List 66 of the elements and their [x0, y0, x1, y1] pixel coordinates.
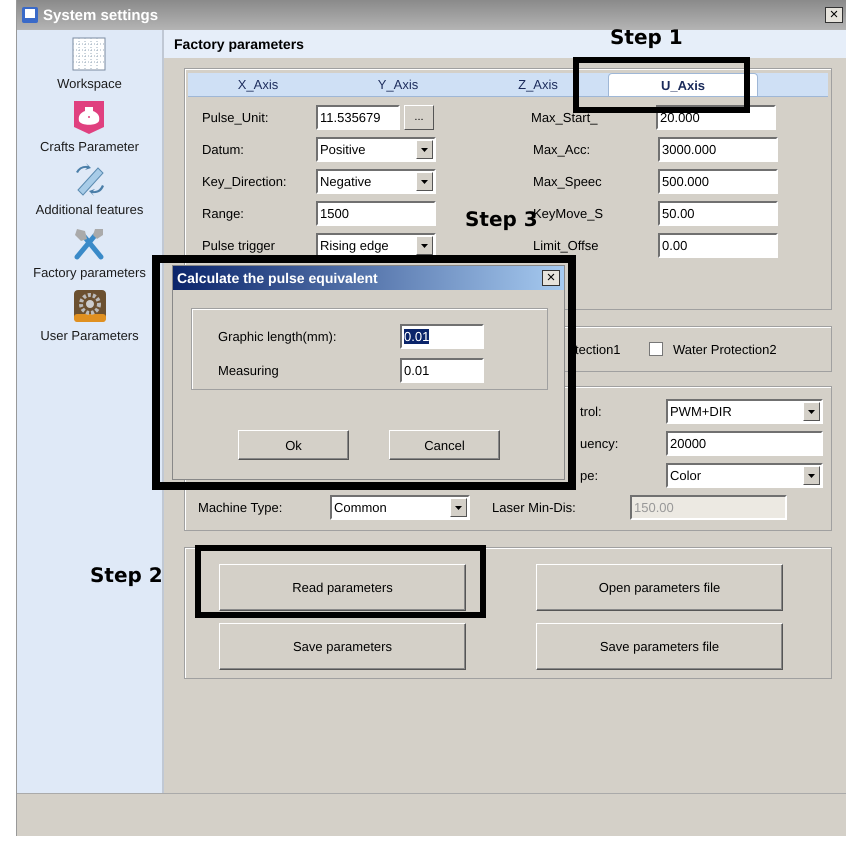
field-label: Machine Type:	[198, 500, 284, 514]
sidebar-item[interactable]: Workspace	[57, 76, 122, 91]
action-button[interactable]: Save parameters	[219, 623, 466, 670]
input-field[interactable]: 11.535679	[316, 104, 400, 130]
dropdown[interactable]: Positive	[316, 136, 436, 162]
input-field[interactable]: 3000.000	[658, 136, 778, 162]
tab[interactable]: Z_Axis	[468, 73, 608, 96]
tab[interactable]: X_Axis	[188, 73, 328, 96]
dropdown[interactable]: Common	[330, 494, 470, 520]
sidebar-item[interactable]: Crafts Parameter	[40, 139, 139, 154]
action-button[interactable]: Open parameters file	[536, 564, 783, 611]
sidebar-item[interactable]: Factory parameters	[33, 265, 146, 280]
browse-button[interactable]: ...	[404, 104, 434, 130]
grid-icon	[71, 36, 108, 72]
tab[interactable]: U_Axis	[608, 73, 758, 96]
step-annotation: Step 2	[90, 563, 163, 587]
app-icon	[21, 6, 39, 24]
input-field[interactable]: 0.01	[400, 324, 484, 348]
dropdown[interactable]: Rising edge	[316, 232, 436, 258]
window-title: System settings	[43, 6, 160, 24]
checkbox-label: tection1	[575, 342, 622, 356]
caret-icon[interactable]	[416, 172, 433, 190]
input-field[interactable]: 20000	[666, 430, 823, 456]
checkbox-label: Water Protection2	[673, 342, 777, 356]
caret-icon[interactable]	[803, 402, 820, 420]
input-field[interactable]: 0.01	[400, 358, 484, 382]
caret-icon[interactable]	[416, 236, 433, 254]
action-button[interactable]: Read parameters	[219, 564, 466, 611]
input-field[interactable]: 500.000	[658, 168, 778, 194]
field-label: Graphic length(mm):	[217, 328, 338, 344]
dropdown[interactable]: Color	[666, 462, 823, 488]
sidebar-item[interactable]: User Parameters	[40, 328, 139, 343]
dropdown[interactable]: Negative	[316, 168, 436, 194]
input-field[interactable]: 0.00	[658, 232, 778, 258]
checkbox[interactable]	[649, 342, 663, 356]
dialog-button[interactable]: Cancel	[389, 430, 500, 460]
close-button[interactable]: ×	[542, 270, 560, 286]
field-label: pe:	[580, 468, 600, 482]
field-label: Pulse_Unit:	[202, 110, 270, 124]
input-field[interactable]: 50.00	[658, 200, 778, 226]
caret-icon[interactable]	[450, 498, 467, 516]
sidebar-item[interactable]: Additional features	[36, 202, 144, 217]
field-label: KeyMove_S	[533, 206, 604, 220]
field-label: uency:	[580, 436, 620, 450]
field-label: Datum:	[202, 142, 245, 156]
field-label: Max_Speec	[533, 174, 603, 188]
dialog-title: Calculate the pulse equivalent	[177, 270, 378, 286]
field-label: Limit_Offse	[533, 238, 600, 252]
dialog-button[interactable]: Ok	[238, 430, 349, 460]
caret-icon[interactable]	[803, 466, 820, 484]
field-label: Measuring	[217, 362, 280, 378]
field-label: trol:	[580, 404, 603, 418]
tab[interactable]: Y_Axis	[328, 73, 468, 96]
input-field[interactable]: 1500	[316, 200, 436, 226]
step-annotation: Step 1	[610, 25, 683, 49]
field-label: Pulse trigger	[202, 238, 276, 252]
dropdown[interactable]: PWM+DIR	[666, 398, 823, 424]
field-label: Range:	[202, 206, 245, 220]
close-button[interactable]: ×	[825, 7, 843, 23]
gear-icon	[72, 288, 108, 324]
field-label: Key_Direction:	[202, 174, 288, 188]
field-label: Max_Start_	[531, 110, 599, 124]
field-label: Laser Min-Dis:	[492, 500, 577, 514]
action-button[interactable]: Save parameters file	[536, 623, 783, 670]
field-label: Max_Acc:	[533, 142, 592, 156]
caret-icon[interactable]	[416, 140, 433, 158]
